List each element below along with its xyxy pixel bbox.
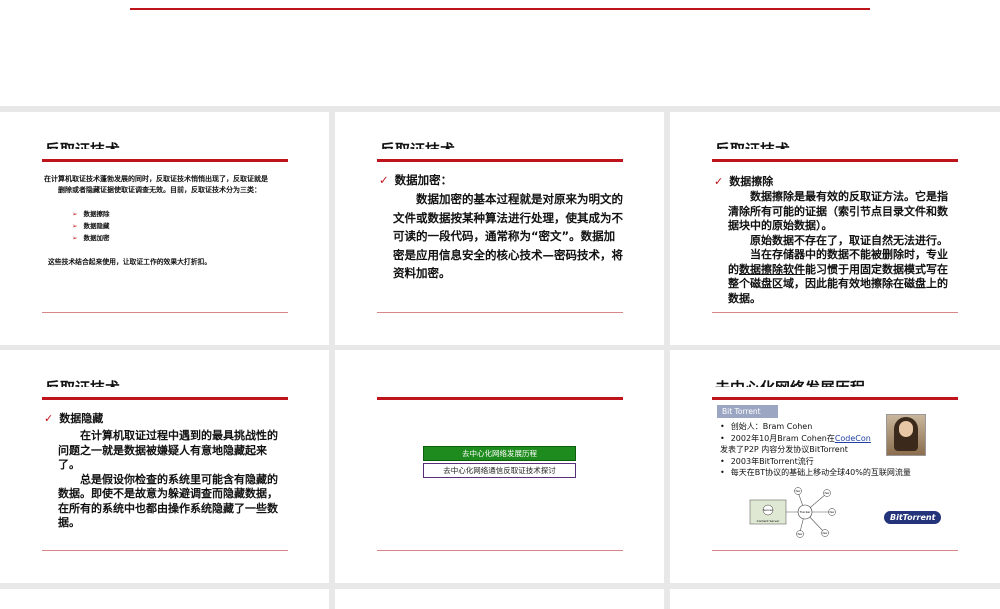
slide-10[interactable] [670,589,1000,609]
list-item: ➢ 数据加密 [72,234,110,242]
peer-label: Peer [798,533,803,536]
body-text: 数据擦除是最有效的反取证方法。它是指清除所有可能的证据（索引节点目录文件和数据块… [728,190,948,305]
slide-4[interactable]: 反取证技术 ✓数据擦除 数据擦除是最有效的反取证方法。它是指清除所有可能的证据（… [670,112,1000,345]
title-underline [42,397,288,400]
list-item: • 2003年BitTorrent流行 [720,456,814,466]
bottom-divider [377,312,623,313]
server-caption: Content Server [757,519,780,523]
slide-7[interactable]: 去中心化网络发展历程 Bit Torrent •创始人：Bram Cohen •… [670,350,1000,583]
body-text: 数据加密的基本过程就是对原来为明文的文件或数据按某种算法进行处理，使其成为不可读… [393,192,623,280]
bittorrent-badge: Bit Torrent [717,405,778,418]
anti-forensics-button[interactable]: 去中心化网络通信反取证技术探讨 [423,463,576,478]
bram-cohen-photo [886,414,926,456]
history-list: • 创始人：Bram Cohen • 2002年10月Bram Cohen在Code… [720,421,911,479]
slide-5[interactable]: 反取证技术 ✓数据隐藏 在计算机取证过程中遇到的最具挑战性的问题之一就是数据被嫌… [0,350,329,583]
slide-title: 反取证技术 [380,140,455,149]
heading: ✓ 数据擦除 [714,175,774,188]
bittorrent-logo: BitTorrent [884,511,942,524]
tracker-label: Tracker [799,510,812,514]
top-red-line [130,8,870,10]
heading: ✓ 数据加密： [379,173,453,187]
list-item: ➢ 数据擦除 [72,210,110,218]
title-underline [712,397,958,400]
summary-text: 这些技术结合起来使用，让取证工作的效果大打折扣。 [48,258,212,266]
server-label: Server [763,508,774,512]
slide-title: 反取证技术 [45,378,120,387]
body-text: 在计算机取证过程中遇到的最具挑战性的问题之一就是数据被嫌疑人有意地隐藏起来了。 … [58,429,278,529]
bottom-divider [712,312,958,313]
checkmark-icon: ✓ [714,175,724,188]
software-link[interactable]: 数据擦除软件 [739,263,805,276]
peer-label: Peer [796,490,801,493]
codecon-link[interactable]: CodeCon [835,434,871,443]
slide-8[interactable] [0,589,329,609]
title-underline [377,397,623,400]
slide-1[interactable] [0,0,1000,106]
title-underline [712,159,958,162]
list-item: ➢ 数据隐藏 [72,222,110,230]
bottom-divider [42,550,288,551]
history-button[interactable]: 去中心化网络发展历程 [423,446,576,461]
bottom-divider [42,312,288,313]
slide-title: 反取证技术 [45,140,120,149]
checkmark-icon: ✓ [44,412,54,425]
p2p-diagram: Server Content Server Tracker Peer Peer … [749,487,836,538]
title-underline [42,159,288,162]
slide-6[interactable]: 去中心化网络发展历程 去中心化网络通信反取证技术探讨 [335,350,664,583]
bottom-divider [377,550,623,551]
slide-2[interactable]: 反取证技术 在计算机取证技术蓬勃发展的同时，反取证技术悄悄出现了，反取证就是 删… [0,112,329,345]
intro-text: 在计算机取证技术蓬勃发展的同时，反取证技术悄悄出现了，反取证就是 删除或者隐藏证… [44,175,268,194]
slide-3[interactable]: 反取证技术 ✓数据加密： 数据加密的基本过程就是对原来为明文的文件或数据按某种算… [335,112,664,345]
slide-title: 反取证技术 [715,140,790,149]
slide-9[interactable] [335,589,664,609]
list-item: • 每天在BT协议的基础上移动全球40%的互联网流量 [720,468,911,477]
title-underline [377,159,623,162]
checkmark-icon: ✓ [379,173,389,187]
technique-list: ➢ 数据擦除 ➢ 数据隐藏 ➢ 数据加密 [72,208,109,244]
slide-title: 去中心化网络发展历程 [715,378,865,387]
peer-label: Peer [830,511,835,514]
peer-label: Peer [825,492,830,495]
heading: ✓ 数据隐藏 [44,412,104,425]
bottom-divider [712,550,958,551]
list-item: • 2002年10月Bram Cohen在CodeCon 发表了P2P 内容分发协议… [720,433,871,455]
list-item: • 创始人：Bram Cohen [720,422,813,431]
peer-label: Peer [823,532,828,535]
